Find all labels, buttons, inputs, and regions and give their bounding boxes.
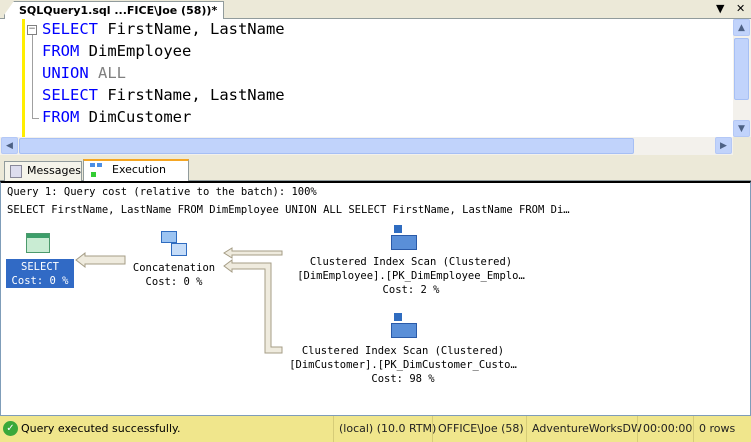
code-line: UNION ALL [42, 64, 126, 82]
code-line: FROM DimEmployee [42, 42, 192, 60]
scroll-down-icon[interactable]: ▼ [733, 120, 750, 137]
select-icon[interactable] [26, 233, 50, 253]
execution-plan-icon [90, 163, 104, 177]
document-tab[interactable]: SQLQuery1.sql ...FICE\Joe (58))* [4, 1, 225, 19]
close-icon[interactable]: ✕ [736, 2, 745, 15]
results-tab-bar: Messages Execution plan [0, 158, 751, 194]
status-rows: 0 rows [693, 416, 740, 442]
scroll-thumb[interactable] [19, 138, 634, 154]
execution-plan-pane[interactable]: Query 1: Query cost (relative to the bat… [0, 181, 751, 416]
scroll-left-icon[interactable]: ◀ [1, 137, 18, 154]
scroll-up-icon[interactable]: ▲ [733, 19, 750, 36]
collapse-icon[interactable]: − [27, 25, 37, 35]
status-server: (local) (10.0 RTM) [333, 416, 441, 442]
dropdown-icon[interactable]: ▼ [716, 2, 724, 15]
status-user: OFFICE\Joe (58) [432, 416, 529, 442]
clustered-index-scan-icon[interactable] [391, 313, 417, 339]
code-line: SELECT FirstName, LastName [42, 20, 285, 38]
vertical-scrollbar[interactable]: ▲ ▼ [733, 19, 751, 137]
messages-icon [10, 165, 22, 178]
code-line: SELECT FirstName, LastName [42, 86, 285, 104]
scan-node-dimemployee[interactable]: Clustered Index Scan (Clustered) [DimEmpl… [271, 255, 551, 297]
concatenation-icon[interactable] [161, 231, 188, 257]
status-message: Query executed successfully. [21, 422, 181, 435]
change-marker [22, 19, 25, 137]
concatenation-node[interactable]: Concatenation Cost: 0 % [114, 261, 234, 289]
status-elapsed: 00:00:00 [637, 416, 697, 442]
success-check-icon: ✓ [3, 421, 18, 436]
clustered-index-scan-icon[interactable] [391, 225, 417, 251]
code-line: FROM DimCustomer [42, 108, 192, 126]
select-node[interactable]: SELECT Cost: 0 % [6, 259, 74, 288]
tab-execution-plan[interactable]: Execution plan [83, 159, 189, 194]
scroll-right-icon[interactable]: ▶ [715, 137, 732, 154]
scroll-thumb[interactable] [734, 38, 749, 100]
horizontal-scrollbar[interactable]: ◀ ▶ [0, 137, 733, 155]
document-tab-bar: SQLQuery1.sql ...FICE\Joe (58))* ▼ ✕ [0, 0, 751, 19]
scan-node-dimcustomer[interactable]: Clustered Index Scan (Clustered) [DimCust… [263, 344, 543, 386]
tab-messages[interactable]: Messages [4, 161, 82, 181]
status-bar: ✓ Query executed successfully. (local) (… [0, 416, 751, 442]
status-database: AdventureWorksDW [526, 416, 647, 442]
